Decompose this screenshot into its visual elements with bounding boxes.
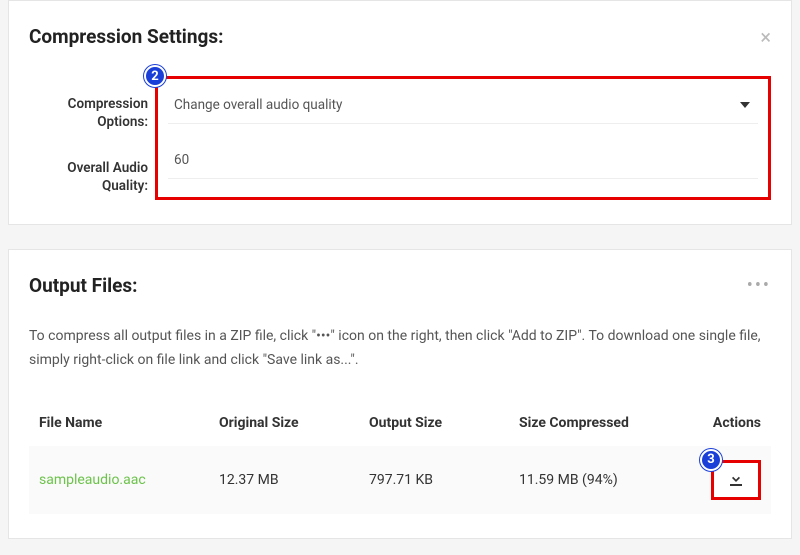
- output-header: Output Files: •••: [29, 274, 771, 297]
- col-header-original-size: Original Size: [219, 415, 369, 431]
- table-row: sampleaudio.aac 12.37 MB 797.71 KB 11.59…: [29, 446, 771, 514]
- settings-highlight-box: 2 Compression Options: Change overall au…: [155, 76, 771, 200]
- file-link[interactable]: sampleaudio.aac: [39, 472, 146, 488]
- overall-audio-quality-input[interactable]: 60: [168, 142, 758, 179]
- original-size-value: 12.37 MB: [219, 472, 369, 488]
- output-files-panel: Output Files: ••• To compress all output…: [8, 249, 792, 539]
- compression-options-label: Compression Options:: [42, 95, 148, 131]
- size-compressed-value: 11.59 MB (94%): [519, 472, 694, 488]
- output-help-text: To compress all output files in a ZIP fi…: [29, 325, 771, 373]
- col-header-size-compressed: Size Compressed: [519, 415, 694, 431]
- output-files-table: File Name Original Size Output Size Size…: [29, 401, 771, 514]
- panel-header: Compression Settings: ×: [29, 25, 771, 48]
- compression-options-select[interactable]: Change overall audio quality: [168, 87, 758, 124]
- table-header: File Name Original Size Output Size Size…: [29, 401, 771, 446]
- step-badge-2: 2: [144, 65, 166, 87]
- col-header-actions: Actions: [694, 415, 761, 431]
- more-icon[interactable]: •••: [747, 277, 771, 295]
- compression-settings-panel: Compression Settings: × 2 Compression Op…: [8, 0, 792, 225]
- quality-row: 60: [168, 142, 758, 179]
- overall-audio-quality-label: Overall Audio Quality:: [42, 159, 148, 195]
- actions-cell: 3: [694, 460, 761, 500]
- compression-options-row: Change overall audio quality: [168, 87, 758, 124]
- close-icon[interactable]: ×: [760, 27, 771, 47]
- download-highlight-box: 3: [711, 460, 761, 500]
- col-header-filename: File Name: [39, 415, 219, 431]
- step-badge-3: 3: [700, 449, 722, 471]
- output-files-title: Output Files:: [29, 274, 138, 297]
- download-icon[interactable]: [728, 471, 744, 487]
- col-header-output-size: Output Size: [369, 415, 519, 431]
- output-size-value: 797.71 KB: [369, 472, 519, 488]
- compression-settings-title: Compression Settings:: [29, 25, 223, 48]
